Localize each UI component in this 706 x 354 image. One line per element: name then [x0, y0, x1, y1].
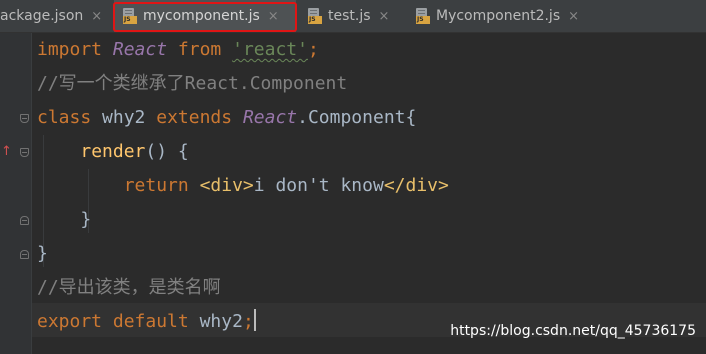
method-name: render — [80, 141, 146, 162]
closing-brace: } — [37, 243, 48, 264]
comment: //导出该类，是类名啊 — [37, 277, 221, 298]
punctuation: ; — [307, 39, 319, 60]
code-line: //导出该类，是类名啊 — [37, 271, 697, 305]
tab-label: Mycomponent2.js — [436, 8, 561, 24]
keyword: class — [37, 107, 92, 128]
code-line: render() { — [37, 135, 697, 169]
tab-package-json[interactable]: ackage.json × — [0, 0, 110, 32]
method-params: () { — [145, 141, 189, 162]
fold-collapse-icon[interactable] — [20, 148, 29, 157]
tab-label: ackage.json — [0, 8, 84, 24]
close-icon[interactable]: × — [268, 9, 279, 24]
code-line: import React from 'react'; — [37, 33, 697, 67]
js-file-icon: JS — [123, 8, 137, 24]
editor-gutter — [0, 33, 31, 354]
keyword: extends — [156, 107, 233, 128]
keyword: import — [37, 39, 103, 60]
close-icon[interactable]: × — [379, 9, 390, 24]
tab-mycomponent-js[interactable]: JS mycomponent.js × — [114, 0, 296, 32]
fold-collapse-icon[interactable] — [20, 114, 29, 123]
fold-end-icon[interactable] — [20, 250, 29, 259]
comment: //写一个类继承了React.Component — [37, 73, 348, 94]
code-line: class why2 extends React.Component{ — [37, 101, 697, 135]
punctuation: ; — [242, 311, 254, 332]
code-line: } — [37, 203, 697, 237]
code-line: return <div>i don't know</div> — [37, 169, 697, 203]
watermark: https://blog.csdn.net/qq_45736175 — [450, 323, 696, 339]
member-access: .Component{ — [297, 107, 417, 128]
tab-label: mycomponent.js — [143, 8, 260, 24]
code-line: //写一个类继承了React.Component — [37, 67, 697, 101]
identifier: why2 — [199, 311, 243, 332]
string-literal: 'react' — [232, 39, 308, 60]
code-editor[interactable]: import React from 'react'; //写一个类继承了Reac… — [37, 33, 697, 339]
class-reference: React — [112, 39, 168, 60]
keyword: return — [123, 175, 189, 196]
js-file-icon: JS — [308, 8, 322, 24]
keyword: export — [37, 311, 103, 332]
jsx-close-tag: </div> — [383, 175, 449, 196]
tab-test-js[interactable]: JS test.js × — [300, 0, 403, 32]
text-cursor — [253, 309, 256, 331]
jsx-open-tag: <div> — [199, 175, 254, 196]
close-icon[interactable]: × — [91, 9, 102, 24]
tab-label: test.js — [328, 8, 371, 24]
jsx-text: i don't know — [253, 175, 384, 196]
keyword: from — [177, 39, 222, 60]
code-line: } — [37, 237, 697, 271]
class-reference: React — [242, 107, 298, 128]
class-name: why2 — [102, 107, 146, 128]
tab-mycomponent2-js[interactable]: JS Mycomponent2.js × — [408, 0, 608, 32]
fold-end-icon[interactable] — [20, 216, 29, 225]
keyword: default — [112, 311, 189, 332]
js-file-icon: JS — [416, 8, 430, 24]
closing-brace: } — [80, 209, 92, 230]
close-icon[interactable]: × — [568, 9, 579, 24]
override-arrow-icon[interactable]: ↑ — [1, 144, 12, 160]
editor-tab-bar: ackage.json × JS mycomponent.js × JS tes… — [0, 0, 706, 33]
